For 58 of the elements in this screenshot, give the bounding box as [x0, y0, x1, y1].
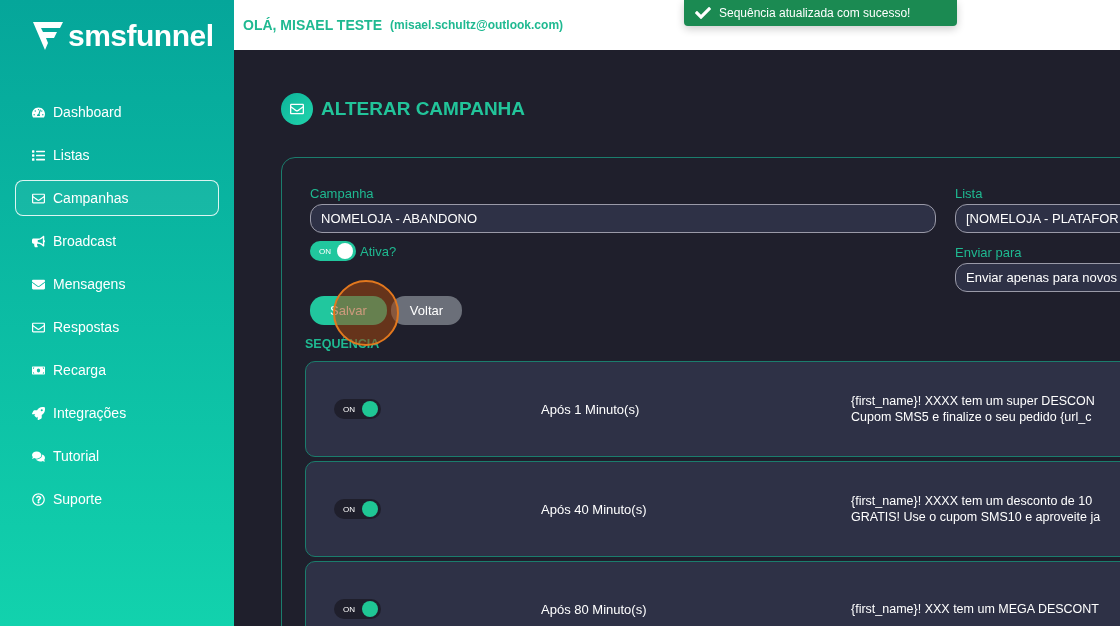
sidebar-item[interactable]: Mensagens [15, 266, 219, 302]
gauge-icon [32, 105, 45, 119]
active-toggle[interactable]: ON [310, 241, 356, 261]
envelope-icon [32, 191, 45, 205]
message-line: Cupom SMS5 e finalize o seu pedido {url_c [851, 410, 1093, 424]
sidebar-label: Tutorial [53, 448, 100, 464]
field-label: Lista [955, 186, 984, 201]
sidebar-item[interactable]: Integrações [15, 395, 219, 431]
sidebar-label: Integrações [53, 405, 127, 421]
sidebar-label: Broadcast [53, 233, 117, 249]
sidebar-item[interactable]: Respostas [15, 309, 219, 345]
sidebar-item[interactable]: Dashboard [15, 94, 219, 130]
question-icon [32, 492, 45, 506]
sidebar-label: Recarga [53, 362, 106, 378]
megaphone-icon [32, 234, 45, 248]
back-button[interactable]: Voltar [390, 296, 463, 325]
sidebar-label: Listas [53, 147, 90, 163]
list-select[interactable]: [NOMELOJA - PLATAFOR [955, 204, 1120, 233]
step-delay: Após 80 Minuto(s) [541, 601, 648, 617]
sidebar-item[interactable]: Campanhas [15, 180, 219, 216]
sidebar-item[interactable]: Recarga [15, 352, 219, 388]
step-toggle[interactable]: ON [334, 499, 381, 519]
sidebar-item[interactable]: Listas [15, 137, 219, 173]
sidebar-label: Mensagens [53, 276, 126, 292]
step-delay: Após 1 Minuto(s) [541, 401, 641, 417]
step-toggle[interactable]: ON [334, 599, 381, 619]
message-line: {first_name}! XXX tem um MEGA DESCONT [851, 602, 1099, 616]
list-icon [32, 148, 45, 162]
toggle-label: Ativa? [360, 243, 397, 259]
sidebar-item[interactable]: Broadcast [15, 223, 219, 259]
step-delay: Após 40 Minuto(s) [541, 501, 648, 517]
funnel-logo-icon [32, 20, 64, 52]
message-line: {first_name}! XXXX tem um desconto de 10 [851, 494, 1094, 508]
check-icon [695, 5, 711, 21]
greeting: OLÁ, MISAEL TESTE [243, 17, 382, 33]
rocket-icon [32, 406, 45, 420]
envelope-icon [281, 93, 313, 125]
message-line: {first_name}! XXXX tem um super DESCON [851, 394, 1095, 408]
field-label: Enviar para [955, 245, 1023, 260]
sidebar-item[interactable]: Tutorial [15, 438, 219, 474]
envelope-icon [32, 320, 45, 334]
sidebar-item[interactable]: Suporte [15, 481, 219, 517]
sidebar-label: Dashboard [53, 104, 122, 120]
user-email: (misael.schultz@outlook.com) [390, 18, 564, 32]
page-title: ALTERAR CAMPANHA [321, 98, 526, 120]
campaign-input[interactable]: NOMELOJA - ABANDONO [310, 204, 936, 233]
sidebar-label: Respostas [53, 319, 120, 335]
field-label: Campanha [310, 186, 375, 201]
section-title: SEQUÊNCIA [305, 337, 381, 351]
message-line: GRATIS! Use o cupom SMS10 e aproveite ja [851, 510, 1101, 524]
step-toggle[interactable]: ON [334, 399, 381, 419]
send-to-select[interactable]: Enviar apenas para novos [955, 263, 1120, 292]
logo-text: smsfunnel [68, 19, 214, 53]
toast-message: Sequência atualizada com sucesso! [719, 6, 911, 20]
envelope-icon [32, 277, 45, 291]
sidebar-label: Suporte [53, 491, 103, 507]
sidebar-label: Campanhas [53, 190, 129, 206]
chat-icon [32, 449, 45, 463]
